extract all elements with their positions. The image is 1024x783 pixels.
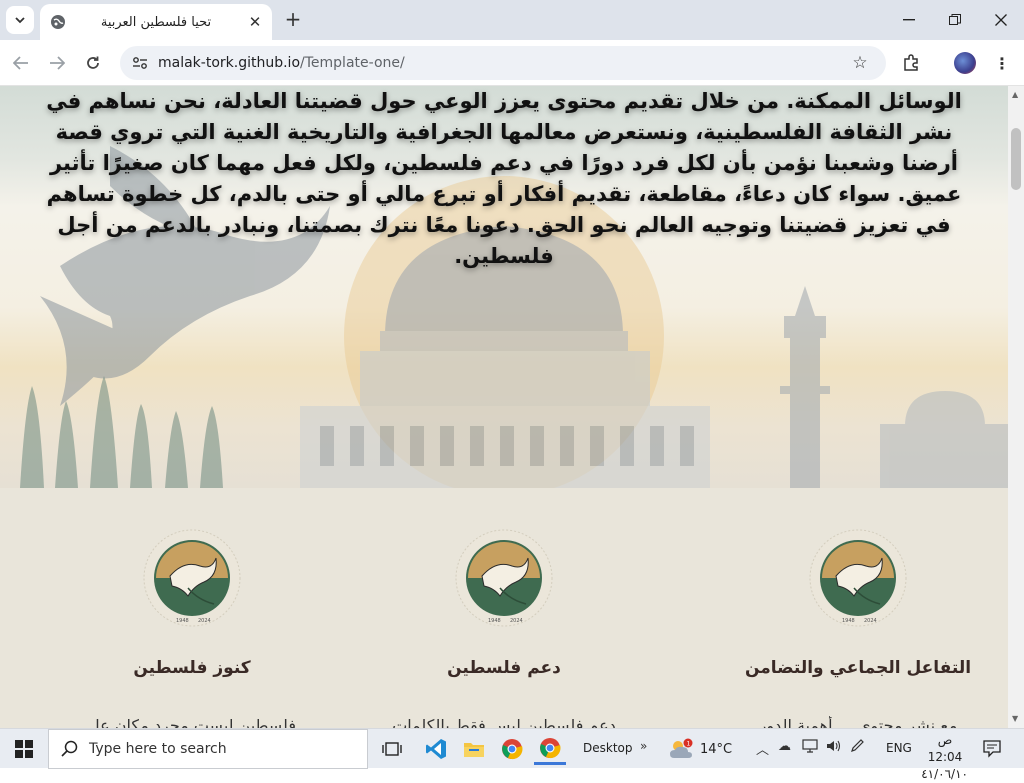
card-text: مع نشر محتوى ... أهمية الدور xyxy=(758,716,958,728)
tab-strip: تحيا فلسطين العربية ✕ + xyxy=(0,0,1024,40)
scroll-down-icon[interactable]: ▼ xyxy=(1012,714,1018,723)
close-tab-icon[interactable]: ✕ xyxy=(246,13,264,31)
card-treasures-of-palestine[interactable]: 1948 2024 كنوز فلسطين فلسطين ليست مجرد م… xyxy=(42,488,342,728)
extensions-icon[interactable] xyxy=(900,52,922,74)
card-text: دعم فلسطين ليس فقط بالكلمات xyxy=(392,716,616,728)
search-icon xyxy=(61,740,78,757)
url-host: malak-tork.github.io xyxy=(158,55,301,71)
hero-line: فلسطين. xyxy=(454,244,554,268)
weather-cloud-icon: 1 xyxy=(670,738,693,758)
task-view-icon xyxy=(382,742,402,756)
minimize-button[interactable] xyxy=(886,0,932,40)
weather-badge: 1 xyxy=(687,741,691,748)
close-window-button[interactable] xyxy=(978,0,1024,40)
bookmark-star-icon[interactable]: ☆ xyxy=(848,53,872,73)
vscode-icon xyxy=(426,739,446,759)
forward-arrow-icon xyxy=(50,56,65,70)
minimize-icon xyxy=(903,19,915,21)
folder-icon xyxy=(464,743,484,757)
emblem-year-right: 2024 xyxy=(510,618,523,624)
scroll-up-icon[interactable]: ▲ xyxy=(1012,90,1018,99)
back-button[interactable] xyxy=(8,50,34,76)
reload-button[interactable] xyxy=(80,50,106,76)
card-title: دعم فلسطين xyxy=(447,658,561,678)
emblem-year-left: 1948 xyxy=(176,618,189,624)
search-placeholder: Type here to search xyxy=(89,741,227,757)
network-icon[interactable] xyxy=(802,739,818,757)
card-text: فلسطين ليست مجرد مكان عل xyxy=(88,716,296,728)
url-text: malak-tork.github.io/Template-one/ xyxy=(158,55,848,71)
hero-line: الوسائل الممكنة. من خلال تقديم محتوى يعز… xyxy=(46,89,962,113)
emblem-year-left: 1948 xyxy=(842,618,855,624)
back-arrow-icon xyxy=(13,56,28,70)
dove-emblem-icon: 1948 2024 xyxy=(143,529,241,627)
url-path: /Template-one/ xyxy=(300,55,405,71)
hero-paragraph: الوسائل الممكنة. من خلال تقديم محتوى يعز… xyxy=(20,86,988,272)
hero-line: في تعزيز قضيتنا وتوجيه العالم نحو الحق. … xyxy=(57,213,951,237)
browser-menu-icon[interactable]: ⋮ xyxy=(992,52,1012,74)
dove-emblem-icon: 1948 2024 xyxy=(455,529,553,627)
temperature: 14°C xyxy=(700,741,733,757)
reload-icon xyxy=(87,56,99,69)
notifications-icon[interactable] xyxy=(982,738,1002,758)
file-explorer-button[interactable] xyxy=(458,733,490,765)
windows-logo-icon xyxy=(15,740,33,758)
chrome-icon xyxy=(502,739,523,760)
card-support-palestine[interactable]: 1948 2024 دعم فلسطين دعم فلسطين ليس فقط … xyxy=(354,488,654,728)
desktop-chevron-icon[interactable]: » xyxy=(640,739,647,753)
trees-icon xyxy=(20,376,223,488)
scrollbar-thumb[interactable] xyxy=(1011,128,1021,190)
tab-active[interactable]: تحيا فلسطين العربية ✕ xyxy=(40,4,272,40)
minaret-icon xyxy=(780,286,830,488)
restore-icon xyxy=(949,14,961,25)
emblem-year-left: 1948 xyxy=(488,618,501,624)
clock[interactable]: ص 12:04 ٤١/٠٦/١٠ xyxy=(921,732,968,783)
chrome-taskbar-button[interactable] xyxy=(496,733,528,765)
page-viewport: الوسائل الممكنة. من خلال تقديم محتوى يعز… xyxy=(0,86,1008,728)
volume-icon[interactable] xyxy=(826,739,842,757)
address-bar[interactable]: malak-tork.github.io/Template-one/ ☆ xyxy=(120,46,886,80)
chevron-down-icon xyxy=(15,17,25,24)
profile-avatar[interactable] xyxy=(954,52,976,74)
weather-widget[interactable]: 1 14°C xyxy=(668,735,748,763)
desktop-toolbar-label[interactable]: Desktop xyxy=(583,741,633,755)
card-title: التفاعل الجماعي والتضامن xyxy=(744,658,972,678)
language-indicator[interactable]: ENG xyxy=(886,741,912,755)
vscode-taskbar-button[interactable] xyxy=(420,733,452,765)
tray-overflow-icon[interactable]: ︿ xyxy=(756,739,769,758)
clock-time: ص 12:04 xyxy=(927,733,963,764)
forward-button[interactable] xyxy=(44,50,70,76)
new-tab-button[interactable]: + xyxy=(282,7,304,31)
cards-section: 1948 2024 التفاعل الجماعي والتضامن مع نش… xyxy=(0,488,1008,728)
page-scrollbar[interactable]: ▲ ▼ xyxy=(1008,86,1024,728)
tab-title: تحيا فلسطين العربية xyxy=(100,14,212,30)
chrome-icon xyxy=(540,737,561,758)
card-collective-solidarity[interactable]: 1948 2024 التفاعل الجماعي والتضامن مع نش… xyxy=(708,488,1008,728)
close-icon xyxy=(995,14,1007,26)
hero-section: الوسائل الممكنة. من خلال تقديم محتوى يعز… xyxy=(0,86,1008,488)
taskbar-search[interactable]: Type here to search xyxy=(48,729,368,769)
pen-icon[interactable] xyxy=(850,739,866,757)
hero-line: نشر الثقافة الفلسطينية، ونستعرض معالمها … xyxy=(55,120,953,144)
hero-line: عميق. سواء كان دعاءً، مقاطعة، تقديم أفكا… xyxy=(46,182,962,206)
hero-line: أرضنا وشعبنا نؤمن بأن لكل فرد دورًا في د… xyxy=(49,151,959,175)
emblem-year-right: 2024 xyxy=(864,618,877,624)
task-view-button[interactable] xyxy=(376,733,408,765)
globe-icon xyxy=(50,14,66,30)
browser-toolbar: malak-tork.github.io/Template-one/ ☆ ⋮ xyxy=(0,40,1024,86)
card-title: كنوز فلسطين xyxy=(133,658,251,678)
site-info-icon[interactable] xyxy=(130,56,150,70)
onedrive-icon[interactable]: ☁ xyxy=(778,739,791,754)
clock-date: ٤١/٠٦/١٠ xyxy=(921,767,968,781)
restore-button[interactable] xyxy=(932,0,978,40)
chrome-active-taskbar-button[interactable] xyxy=(534,733,566,765)
tab-search-button[interactable] xyxy=(6,6,34,34)
dove-emblem-icon: 1948 2024 xyxy=(809,529,907,627)
small-dome-icon xyxy=(880,391,1008,488)
emblem-year-right: 2024 xyxy=(198,618,211,624)
start-button[interactable] xyxy=(0,729,48,769)
taskbar: Type here to search Desktop » 1 14°C ︿ ☁… xyxy=(0,728,1024,781)
